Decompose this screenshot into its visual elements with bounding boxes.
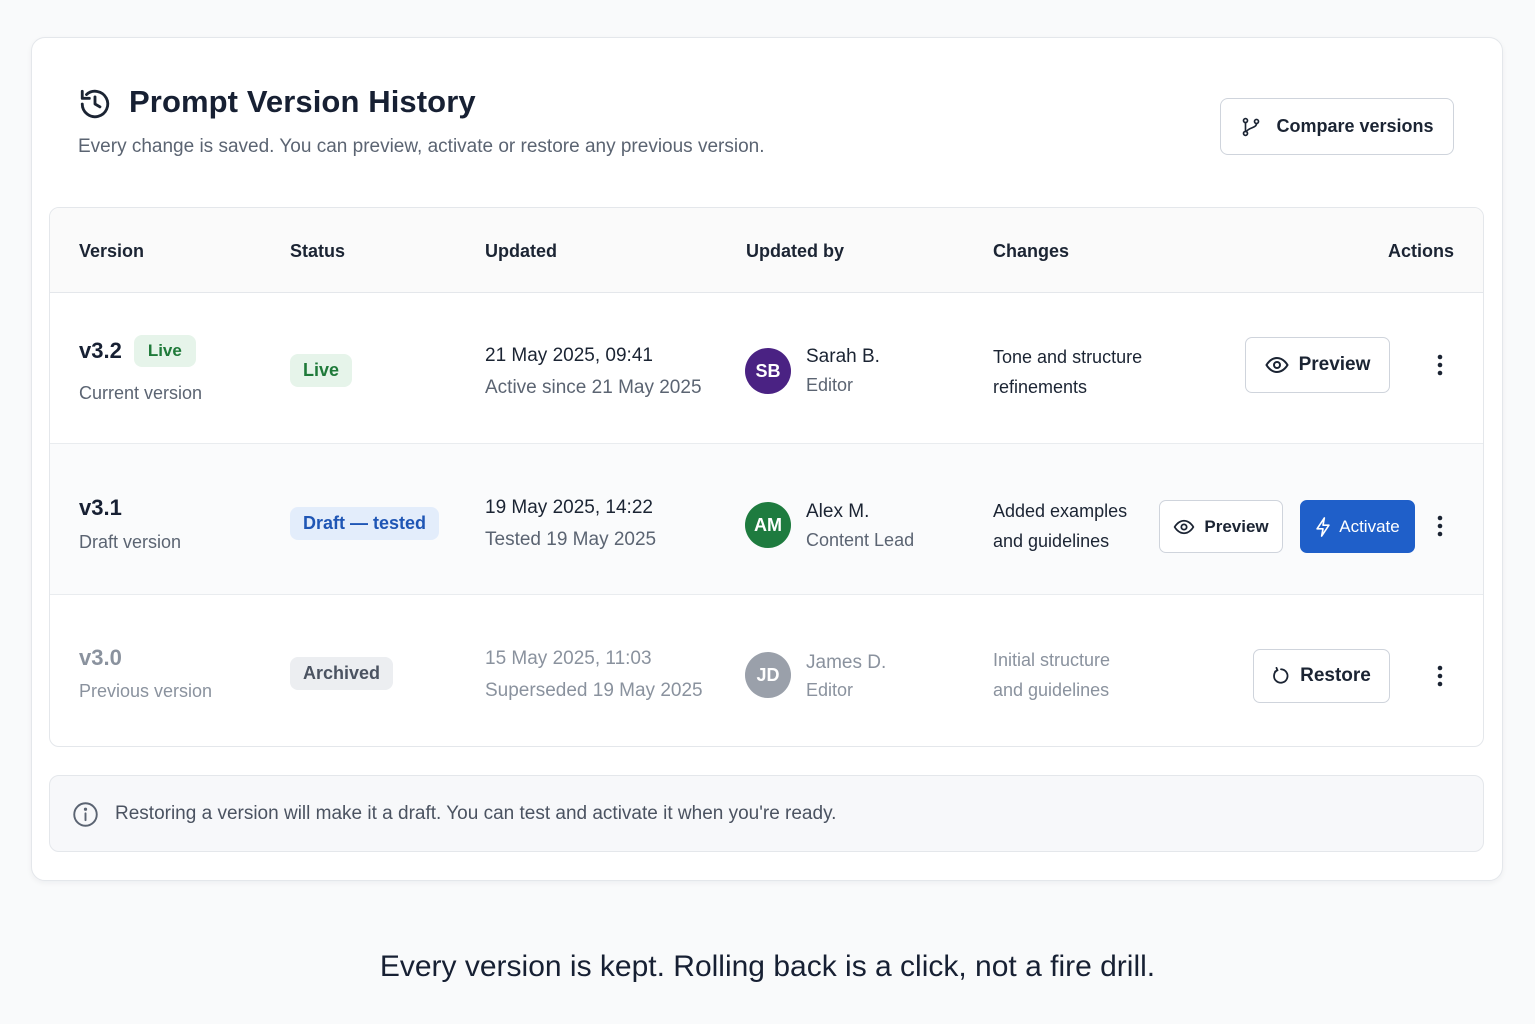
avatar: AM — [745, 502, 791, 548]
version-number: v3.1 — [79, 495, 122, 520]
preview-button[interactable]: Preview — [1159, 500, 1283, 553]
table-row: v3.0 Previous version Archived 15 May 20… — [50, 595, 1483, 746]
updated-date: 15 May 2025, 11:03 — [485, 648, 652, 669]
updater-role: Editor — [806, 375, 854, 395]
updated-note: Tested 19 May 2025 — [485, 529, 657, 550]
avatar: SB — [745, 348, 791, 394]
versions-table: Version Status Updated Updated by Change… — [49, 207, 1484, 747]
column-header-actions: Actions — [1387, 241, 1454, 261]
version-description: Draft version — [79, 532, 182, 552]
updater-name: Alex M. — [806, 501, 870, 522]
restore-info-banner: Restoring a version will make it a draft… — [49, 775, 1484, 852]
changes-line-2: and guidelines — [993, 680, 1110, 700]
eye-icon — [1264, 356, 1289, 374]
column-header-version: Version — [79, 241, 145, 261]
restore-label: Restore — [1300, 665, 1371, 686]
eye-icon — [1174, 519, 1195, 534]
updated-date: 19 May 2025, 14:22 — [485, 497, 653, 518]
avatar-initials: AM — [754, 514, 782, 535]
compare-versions-button[interactable]: Compare versions — [1220, 98, 1454, 155]
preview-label: Preview — [1204, 516, 1269, 536]
status-badge: Archived — [290, 657, 394, 690]
updater-role: Content Lead — [806, 530, 915, 550]
updater-name: James D. — [806, 652, 887, 673]
table-row: v3.2 Live Current version Live 21 May 20… — [50, 293, 1483, 444]
avatar-initials: SB — [755, 360, 781, 381]
activate-label: Activate — [1339, 516, 1400, 536]
tagline: Every version is kept. Rolling back is a… — [379, 950, 1156, 983]
column-header-updated-by: Updated by — [746, 241, 845, 261]
compare-versions-label: Compare versions — [1276, 116, 1434, 136]
git-branch-icon — [1243, 117, 1260, 136]
more-options-icon[interactable] — [1428, 661, 1452, 691]
table-header: Version Status Updated Updated by Change… — [50, 208, 1483, 293]
changes-summary: Tone and structure refinements — [993, 342, 1142, 402]
column-header-status: Status — [290, 241, 346, 261]
more-options-icon[interactable] — [1428, 350, 1452, 380]
changes-summary: Added examples and guidelines — [993, 496, 1127, 556]
changes-line-1: Added examples — [993, 501, 1128, 521]
info-icon — [73, 802, 98, 827]
restore-button[interactable]: Restore — [1253, 649, 1390, 703]
changes-line-1: Tone and structure — [993, 347, 1143, 367]
restore-icon — [1273, 667, 1289, 684]
avatar-initials: JD — [756, 664, 780, 685]
changes-line-2: and guidelines — [993, 531, 1110, 551]
table-row: v3.1 Draft version Draft — tested 19 May… — [50, 444, 1483, 595]
version-live-badge: Live — [133, 335, 196, 367]
avatar: JD — [745, 652, 791, 698]
status-badge: Draft — tested — [290, 507, 440, 540]
version-number: v3.0 — [79, 645, 122, 670]
updated-note: Active since 21 May 2025 — [485, 377, 702, 398]
updated-date: 21 May 2025, 09:41 — [485, 345, 653, 366]
updater-role: Editor — [806, 680, 854, 700]
updated-note: Superseded 19 May 2025 — [485, 680, 703, 701]
preview-button[interactable]: Preview — [1245, 337, 1390, 393]
status-badge: Live — [290, 354, 353, 387]
updater-name: Sarah B. — [806, 346, 880, 367]
changes-line-2: refinements — [993, 377, 1088, 397]
more-options-icon[interactable] — [1428, 511, 1452, 541]
page-subtitle: Every change is saved. You can preview, … — [78, 136, 765, 157]
version-number: v3.2 — [79, 338, 122, 363]
preview-label: Preview — [1298, 354, 1371, 375]
lightning-icon — [1316, 516, 1330, 537]
changes-summary: Initial structure and guidelines — [993, 645, 1110, 705]
page-title: Prompt Version History — [129, 84, 476, 119]
column-header-updated: Updated — [485, 241, 557, 261]
history-icon — [80, 89, 110, 119]
info-text: Restoring a version will make it a draft… — [115, 803, 837, 824]
column-header-changes: Changes — [993, 241, 1070, 261]
changes-line-1: Initial structure — [993, 650, 1111, 670]
version-description: Current version — [79, 383, 203, 403]
version-description: Previous version — [79, 681, 213, 701]
activate-button[interactable]: Activate — [1300, 500, 1415, 553]
